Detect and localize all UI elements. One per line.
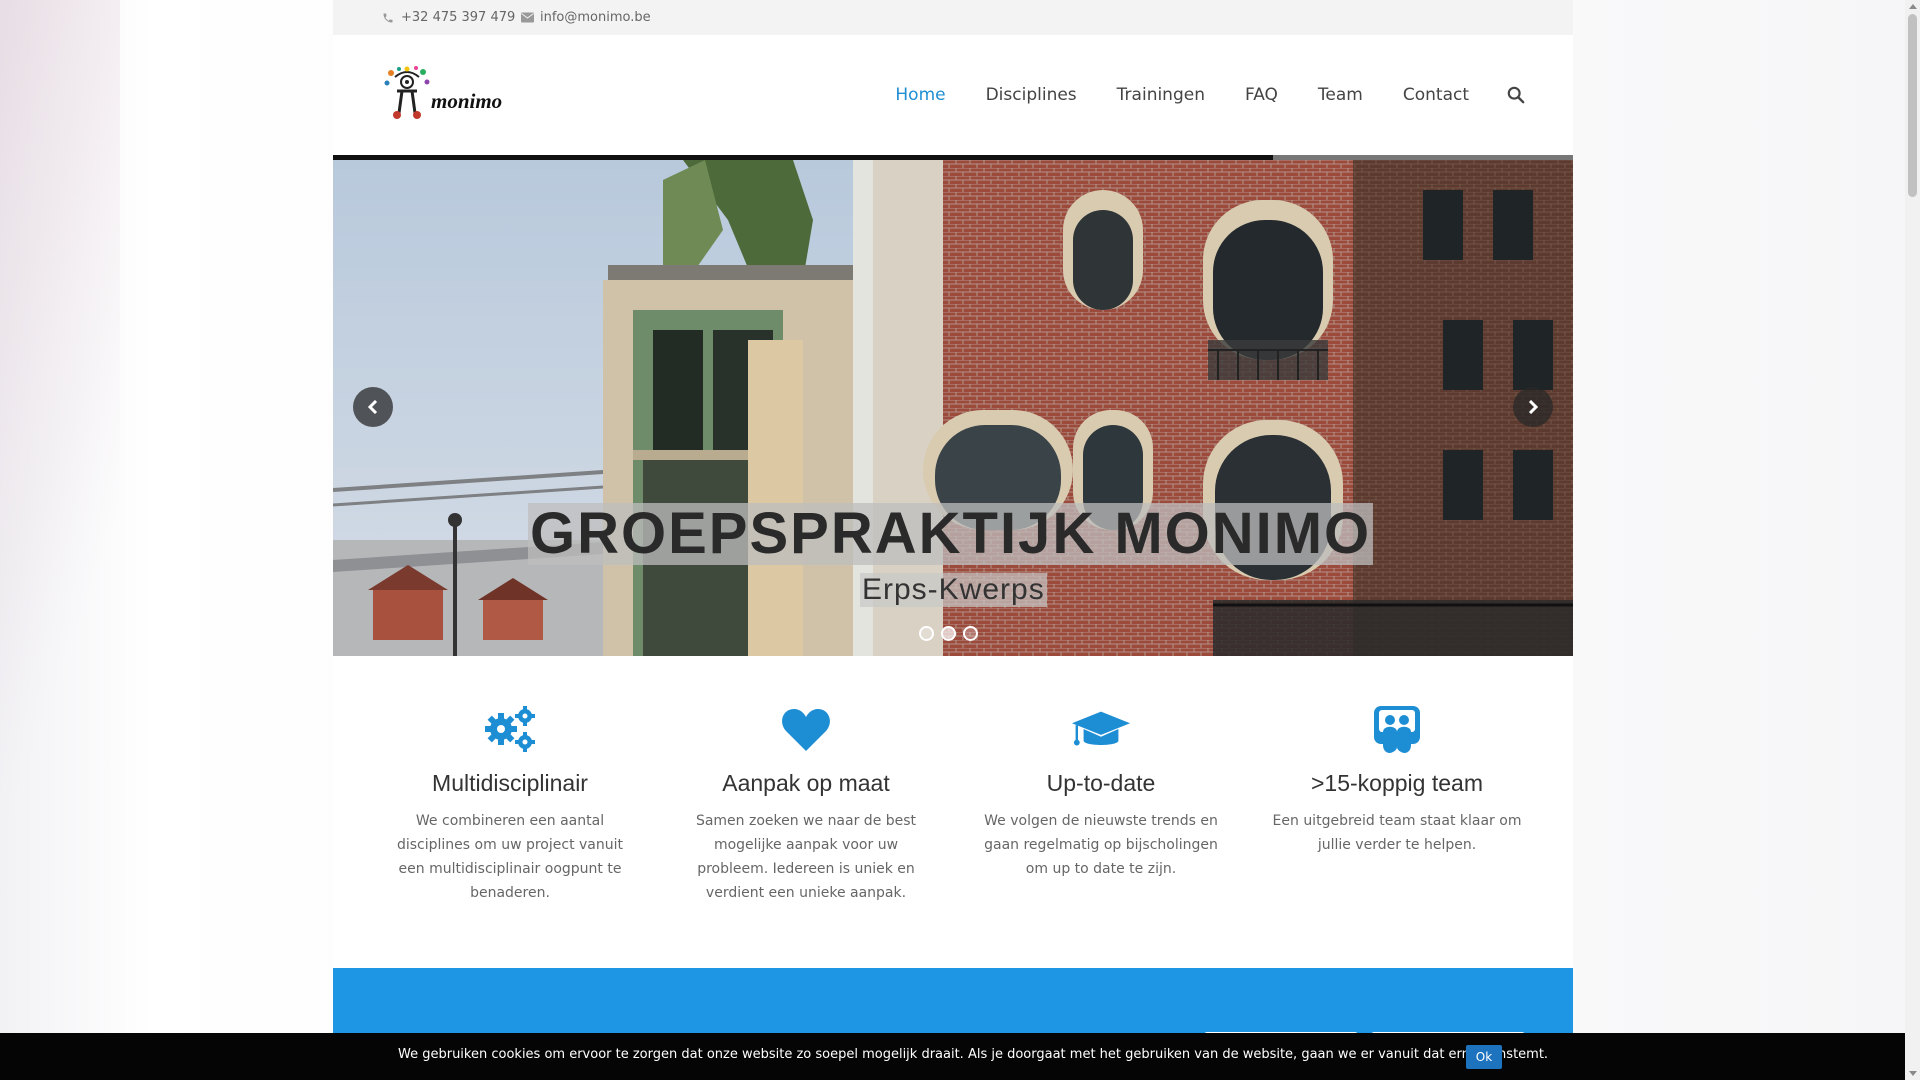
chevron-right-icon [1528, 400, 1539, 414]
slider-dot[interactable] [919, 626, 934, 641]
nav-disciplines[interactable]: Disciplines [986, 85, 1077, 105]
email-address: info@monimo.be [540, 10, 651, 25]
scroll-down-arrow-icon[interactable] [1909, 1071, 1917, 1076]
feature-aanpak-op-maat: Aanpak op maat Samen zoeken we naar de b… [676, 700, 936, 905]
site-container: +32 475 397 479 info@monimo.be monimo Ho… [333, 0, 1573, 1080]
feature-text: We volgen de nieuwste trends en gaan reg… [984, 813, 1218, 877]
feature-team: >15-koppig team Een uitgebreid team staa… [1267, 700, 1527, 857]
email-item[interactable]: info@monimo.be [520, 10, 651, 25]
graduation-cap-icon [1071, 700, 1131, 760]
gears-icon [480, 700, 540, 760]
hero-slider[interactable]: GROEPSPRAKTIJK MONIMO Erps-Kwerps [333, 160, 1573, 656]
site-logo[interactable]: monimo [383, 65, 523, 120]
nav-home[interactable]: Home [895, 85, 945, 105]
feature-text: We combineren een aantal disciplines om … [396, 813, 623, 901]
search-icon[interactable] [1507, 86, 1525, 104]
hero-subtitle: Erps-Kwerps [860, 573, 1047, 607]
chevron-left-icon [367, 400, 378, 414]
heart-icon [776, 700, 836, 760]
envelope-icon [520, 11, 534, 25]
features-section: Multidisciplinair We combineren een aant… [333, 700, 1573, 960]
phone-item[interactable]: +32 475 397 479 [381, 10, 515, 25]
feature-multidisciplinair: Multidisciplinair We combineren een aant… [380, 700, 640, 905]
cookie-ok-button[interactable]: Ok [1466, 1045, 1502, 1069]
scroll-up-arrow-icon[interactable] [1909, 4, 1917, 9]
cookie-banner: We gebruiken cookies om ervoor te zorgen… [0, 1033, 1905, 1080]
contact-bar: +32 475 397 479 info@monimo.be [333, 0, 1573, 35]
slider-dot[interactable] [963, 626, 978, 641]
feature-title: >15-koppig team [1311, 770, 1483, 796]
feature-title: Up-to-date [1046, 770, 1156, 796]
background-decoration [0, 0, 120, 1080]
feature-up-to-date: Up-to-date We volgen de nieuwste trends … [971, 700, 1231, 881]
nav-team[interactable]: Team [1318, 85, 1363, 105]
cookie-message: We gebruiken cookies om ervoor te zorgen… [398, 1047, 1549, 1062]
nav-contact[interactable]: Contact [1403, 85, 1469, 105]
feature-text: Een uitgebreid team staat klaar om julli… [1272, 813, 1522, 853]
slider-next-button[interactable] [1513, 387, 1553, 427]
hero-title: GROEPSPRAKTIJK MONIMO [528, 501, 1374, 566]
nav-faq[interactable]: FAQ [1245, 85, 1278, 105]
nav-trainingen[interactable]: Trainingen [1117, 85, 1205, 105]
slider-dot-active[interactable] [941, 626, 956, 641]
site-header: monimo Home Disciplines Trainingen FAQ T… [333, 35, 1573, 155]
logo-figure-icon [384, 66, 430, 119]
slider-prev-button[interactable] [353, 387, 393, 427]
phone-number: +32 475 397 479 [401, 10, 516, 25]
logo-wordmark: monimo [431, 89, 503, 113]
feature-title: Aanpak op maat [722, 770, 890, 796]
slider-pagination [919, 626, 985, 641]
feature-text: Samen zoeken we naar de best mogelijke a… [695, 813, 917, 901]
page-scrollbar[interactable] [1905, 0, 1920, 1080]
scrollbar-thumb[interactable] [1908, 14, 1917, 197]
team-icon [1367, 700, 1427, 760]
feature-title: Multidisciplinair [432, 770, 588, 796]
main-nav: Home Disciplines Trainingen FAQ Team Con… [855, 35, 1525, 155]
phone-icon [381, 11, 395, 25]
